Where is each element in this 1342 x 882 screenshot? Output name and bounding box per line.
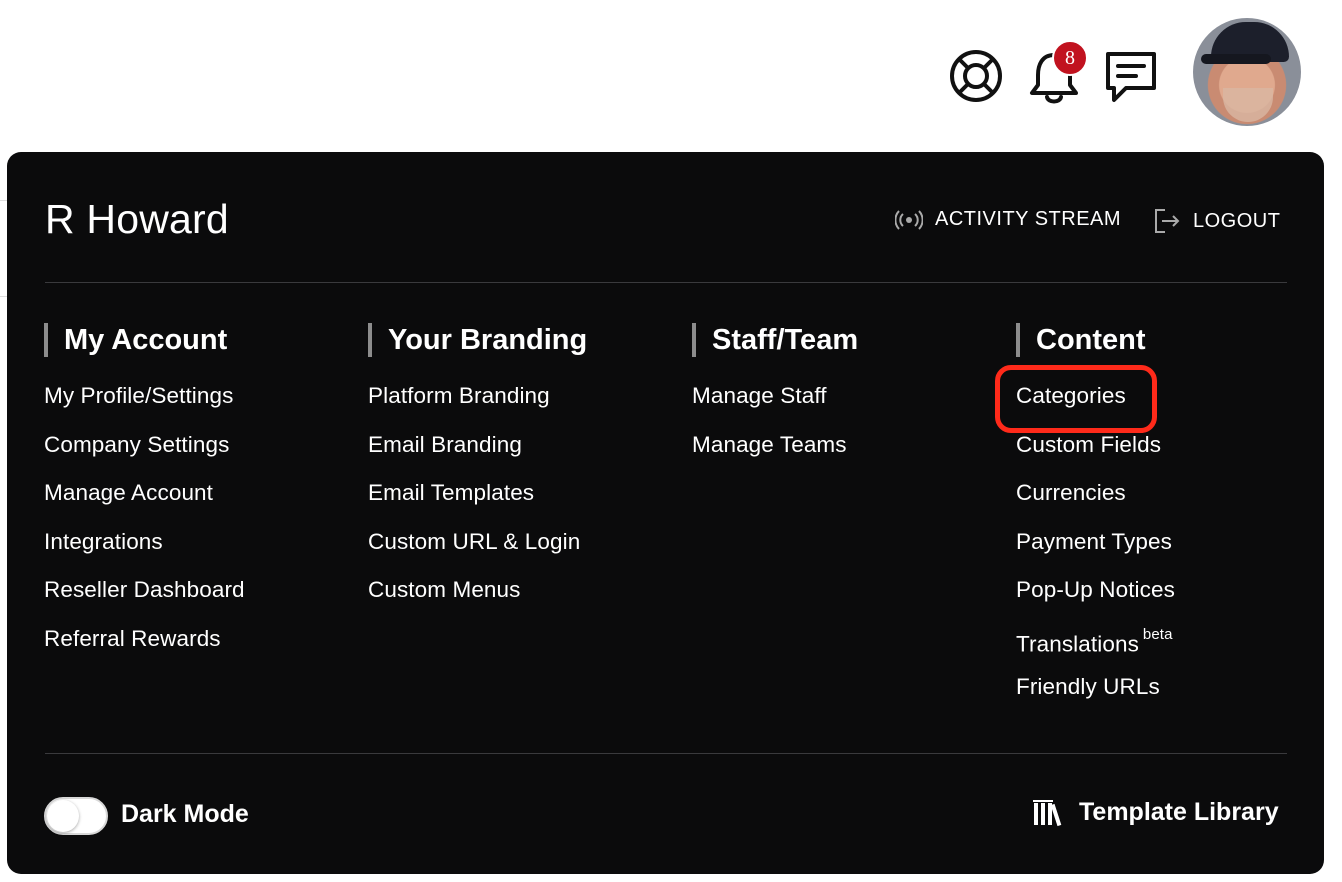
account-menu-panel: R Howard ACTIVITY STREAM LOGOUT My Accou… [7,152,1324,874]
template-library-label: Template Library [1079,798,1279,826]
activity-stream-link[interactable]: ACTIVITY STREAM [895,208,1121,231]
column-your-branding: Your Branding Platform Branding Email Br… [368,320,668,625]
notification-badge: 8 [1052,40,1088,76]
menu-item-manage-staff[interactable]: Manage Staff [692,382,992,431]
broadcast-icon [895,209,923,230]
menu-item-manage-teams[interactable]: Manage Teams [692,431,992,480]
column-staff-team: Staff/Team Manage Staff Manage Teams [692,320,992,479]
menu-item-platform-branding[interactable]: Platform Branding [368,382,668,431]
menu-item-categories[interactable]: Categories [1016,382,1316,431]
column-title: Staff/Team [692,320,992,360]
dark-mode-toggle[interactable] [44,797,108,835]
top-bar: 8 [0,0,1342,150]
logout-icon [1155,209,1180,233]
column-content: Content Categories Custom Fields Currenc… [1016,320,1316,722]
column-my-account: My Account My Profile/Settings Company S… [44,320,344,673]
menu-item-custom-menus[interactable]: Custom Menus [368,576,668,625]
template-library-link[interactable]: Template Library [1033,798,1279,827]
logout-link[interactable]: LOGOUT [1153,208,1280,234]
user-name: R Howard [45,196,229,242]
menu-item-friendly-urls[interactable]: Friendly URLs [1016,673,1316,722]
library-icon [1033,799,1062,826]
menu-item-email-branding[interactable]: Email Branding [368,431,668,480]
menu-item-custom-url-login[interactable]: Custom URL & Login [368,528,668,577]
menu-item-referral-rewards[interactable]: Referral Rewards [44,625,344,674]
menu-item-payment-types[interactable]: Payment Types [1016,528,1316,577]
menu-item-integrations[interactable]: Integrations [44,528,344,577]
divider [45,282,1287,283]
column-title: Your Branding [368,320,668,360]
activity-stream-label: ACTIVITY STREAM [935,208,1122,230]
column-title: Content [1016,320,1316,360]
divider [45,753,1287,754]
avatar[interactable] [1193,18,1301,126]
menu-item-company-settings[interactable]: Company Settings [44,431,344,480]
menu-item-currencies[interactable]: Currencies [1016,479,1316,528]
menu-item-manage-account[interactable]: Manage Account [44,479,344,528]
menu-item-custom-fields[interactable]: Custom Fields [1016,431,1316,480]
logout-label: LOGOUT [1193,209,1281,232]
menu-item-my-profile-settings[interactable]: My Profile/Settings [44,382,344,431]
menu-item-email-templates[interactable]: Email Templates [368,479,668,528]
lifebuoy-icon[interactable] [946,46,1006,106]
column-title: My Account [44,320,344,360]
beta-badge: beta [1142,625,1173,643]
menu-item-pop-up-notices[interactable]: Pop-Up Notices [1016,576,1316,625]
chat-icon[interactable] [1100,46,1162,108]
menu-item-reseller-dashboard[interactable]: Reseller Dashboard [44,576,344,625]
menu-item-translations[interactable]: Translations beta [1016,625,1316,674]
dark-mode-label: Dark Mode [121,800,249,828]
